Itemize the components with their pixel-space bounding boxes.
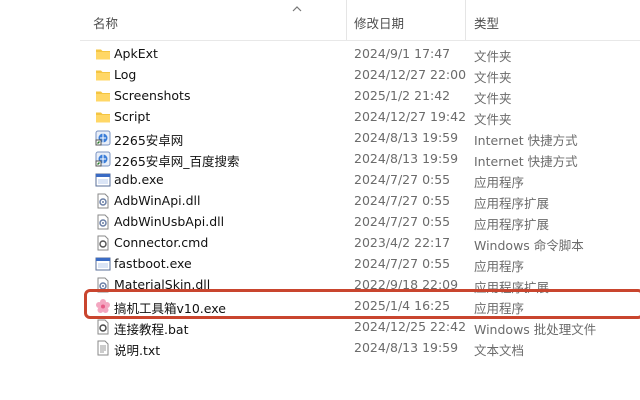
file-name: 连接教程.bat <box>114 322 189 337</box>
file-row-highlighted[interactable]: 搞机工具箱v10.exe 2025/1/4 16:25 应用程序 <box>80 295 640 316</box>
command-script-icon <box>95 235 111 251</box>
file-type: 应用程序扩展 <box>474 217 550 232</box>
application-icon <box>95 172 111 188</box>
column-header-name[interactable]: 名称 <box>93 13 118 32</box>
dll-icon <box>95 193 111 209</box>
internet-shortcut-icon <box>95 130 111 146</box>
application-icon <box>95 256 111 272</box>
dll-icon <box>95 277 111 293</box>
file-date: 2022/9/18 22:09 <box>354 277 459 292</box>
file-type: 文件夹 <box>474 49 512 64</box>
file-date: 2023/4/2 22:17 <box>354 235 451 250</box>
file-row[interactable]: 说明.txt 2024/8/13 19:59 文本文档 <box>80 337 640 358</box>
folder-icon <box>95 46 111 62</box>
file-name: adb.exe <box>114 172 164 187</box>
file-row[interactable]: MaterialSkin.dll 2022/9/18 22:09 应用程序扩展 <box>80 274 640 295</box>
column-separator[interactable] <box>346 0 347 40</box>
file-row[interactable]: Log 2024/12/27 22:00 文件夹 <box>80 64 640 85</box>
text-file-icon <box>95 340 111 356</box>
file-name: Log <box>114 67 137 82</box>
file-name: 搞机工具箱v10.exe <box>114 301 226 316</box>
flower-app-icon <box>95 298 111 314</box>
file-row[interactable]: 2265安卓网_百度搜索 2024/8/13 19:59 Internet 快捷方式 <box>80 148 640 169</box>
folder-icon <box>95 88 111 104</box>
file-type: Windows 命令脚本 <box>474 238 584 253</box>
file-type: 文件夹 <box>474 70 512 85</box>
file-name: 说明.txt <box>114 343 161 358</box>
file-name: Screenshots <box>114 88 191 103</box>
file-date: 2024/8/13 19:59 <box>354 151 459 166</box>
file-type: Windows 批处理文件 <box>474 322 597 337</box>
file-type: 文件夹 <box>474 91 512 106</box>
file-type: Internet 快捷方式 <box>474 133 578 148</box>
file-row[interactable]: Script 2024/12/27 19:42 文件夹 <box>80 106 640 127</box>
file-row[interactable]: adb.exe 2024/7/27 0:55 应用程序 <box>80 169 640 190</box>
file-type: 文本文档 <box>474 343 525 358</box>
file-name: Script <box>114 109 151 124</box>
file-row[interactable]: 2265安卓网 2024/8/13 19:59 Internet 快捷方式 <box>80 127 640 148</box>
file-type: 应用程序扩展 <box>474 280 550 295</box>
column-header-type[interactable]: 类型 <box>474 13 499 32</box>
file-date: 2024/12/27 22:00 <box>354 67 467 82</box>
file-row[interactable]: AdbWinUsbApi.dll 2024/7/27 0:55 应用程序扩展 <box>80 211 640 232</box>
file-date: 2024/8/13 19:59 <box>354 340 459 355</box>
file-name: 2265安卓网 <box>114 133 184 148</box>
sort-ascending-icon <box>292 6 302 12</box>
file-type: 应用程序 <box>474 301 525 316</box>
file-date: 2025/1/2 21:42 <box>354 88 451 103</box>
file-date: 2024/7/27 0:55 <box>354 214 451 229</box>
file-row[interactable]: Connector.cmd 2023/4/2 22:17 Windows 命令脚本 <box>80 232 640 253</box>
file-row[interactable]: ApkExt 2024/9/1 17:47 文件夹 <box>80 43 640 64</box>
file-row[interactable]: AdbWinApi.dll 2024/7/27 0:55 应用程序扩展 <box>80 190 640 211</box>
file-name: AdbWinApi.dll <box>114 193 201 208</box>
file-date: 2024/7/27 0:55 <box>354 256 451 271</box>
file-date: 2024/7/27 0:55 <box>354 172 451 187</box>
internet-shortcut-icon <box>95 151 111 167</box>
file-date: 2024/9/1 17:47 <box>354 46 451 61</box>
column-header-bar: 名称 修改日期 类型 <box>80 0 640 41</box>
column-header-date[interactable]: 修改日期 <box>354 13 404 32</box>
file-type: 文件夹 <box>474 112 512 127</box>
file-row[interactable]: 连接教程.bat 2024/12/25 22:42 Windows 批处理文件 <box>80 316 640 337</box>
file-list: ApkExt 2024/9/1 17:47 文件夹 Log 2024/12/27 22… <box>80 43 640 358</box>
file-name: Connector.cmd <box>114 235 209 250</box>
column-separator[interactable] <box>465 0 466 40</box>
file-row[interactable]: fastboot.exe 2024/7/27 0:55 应用程序 <box>80 253 640 274</box>
file-name: fastboot.exe <box>114 256 192 271</box>
file-date: 2024/7/27 0:55 <box>354 193 451 208</box>
file-name: ApkExt <box>114 46 158 61</box>
file-type: Internet 快捷方式 <box>474 154 578 169</box>
file-date: 2024/12/25 22:42 <box>354 319 467 334</box>
file-name: MaterialSkin.dll <box>114 277 211 292</box>
file-name: 2265安卓网_百度搜索 <box>114 154 240 169</box>
batch-file-icon <box>95 319 111 335</box>
file-date: 2024/8/13 19:59 <box>354 130 459 145</box>
file-type: 应用程序 <box>474 259 525 274</box>
dll-icon <box>95 214 111 230</box>
file-row[interactable]: Screenshots 2025/1/2 21:42 文件夹 <box>80 85 640 106</box>
file-date: 2024/12/27 19:42 <box>354 109 467 124</box>
file-date: 2025/1/4 16:25 <box>354 298 451 313</box>
file-type: 应用程序 <box>474 175 525 190</box>
folder-icon <box>95 67 111 83</box>
folder-icon <box>95 109 111 125</box>
file-type: 应用程序扩展 <box>474 196 550 211</box>
file-name: AdbWinUsbApi.dll <box>114 214 225 229</box>
